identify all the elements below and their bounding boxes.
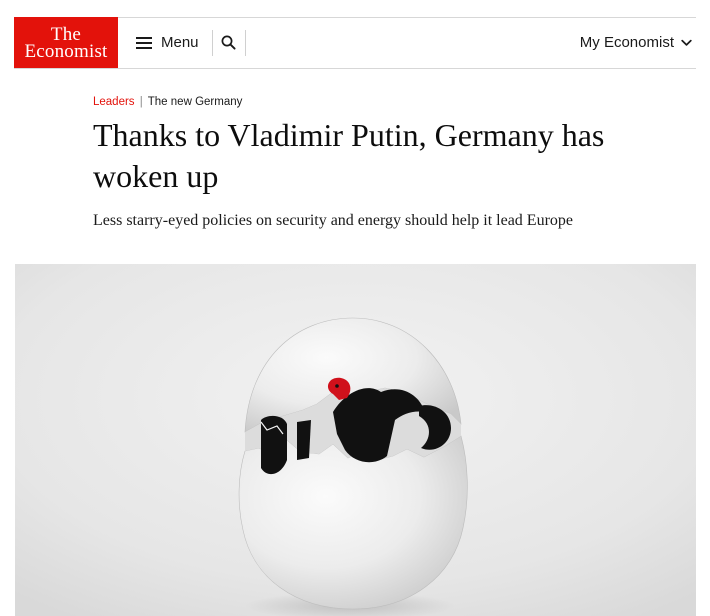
flytitle-link[interactable]: The new Germany <box>148 96 243 108</box>
logo-line-2: Economist <box>24 40 108 62</box>
menu-label: Menu <box>161 34 199 51</box>
chevron-down-icon <box>681 39 692 46</box>
search-icon <box>221 35 236 50</box>
rubric-separator: | <box>139 96 143 108</box>
article-headline: Thanks to Vladimir Putin, Germany has wo… <box>93 117 605 194</box>
nav-divider-right <box>244 29 246 56</box>
section-link[interactable]: Leaders <box>93 96 135 108</box>
my-economist-label: My Economist <box>579 34 674 51</box>
hero-image <box>15 264 696 616</box>
search-button[interactable] <box>213 29 245 57</box>
article-standfirst: Less starry-eyed policies on security an… <box>93 212 574 229</box>
my-economist-button[interactable]: My Economist <box>580 34 692 51</box>
site-header: The Economist Menu My Economist <box>14 17 696 69</box>
economist-logo[interactable]: The Economist <box>14 17 118 68</box>
logo-line-1: The <box>50 23 82 45</box>
article-rubric: Leaders | The new Germany <box>93 96 242 108</box>
hatching-egg-illustration <box>15 264 696 616</box>
menu-icon <box>136 36 152 49</box>
menu-button[interactable]: Menu <box>136 31 199 55</box>
